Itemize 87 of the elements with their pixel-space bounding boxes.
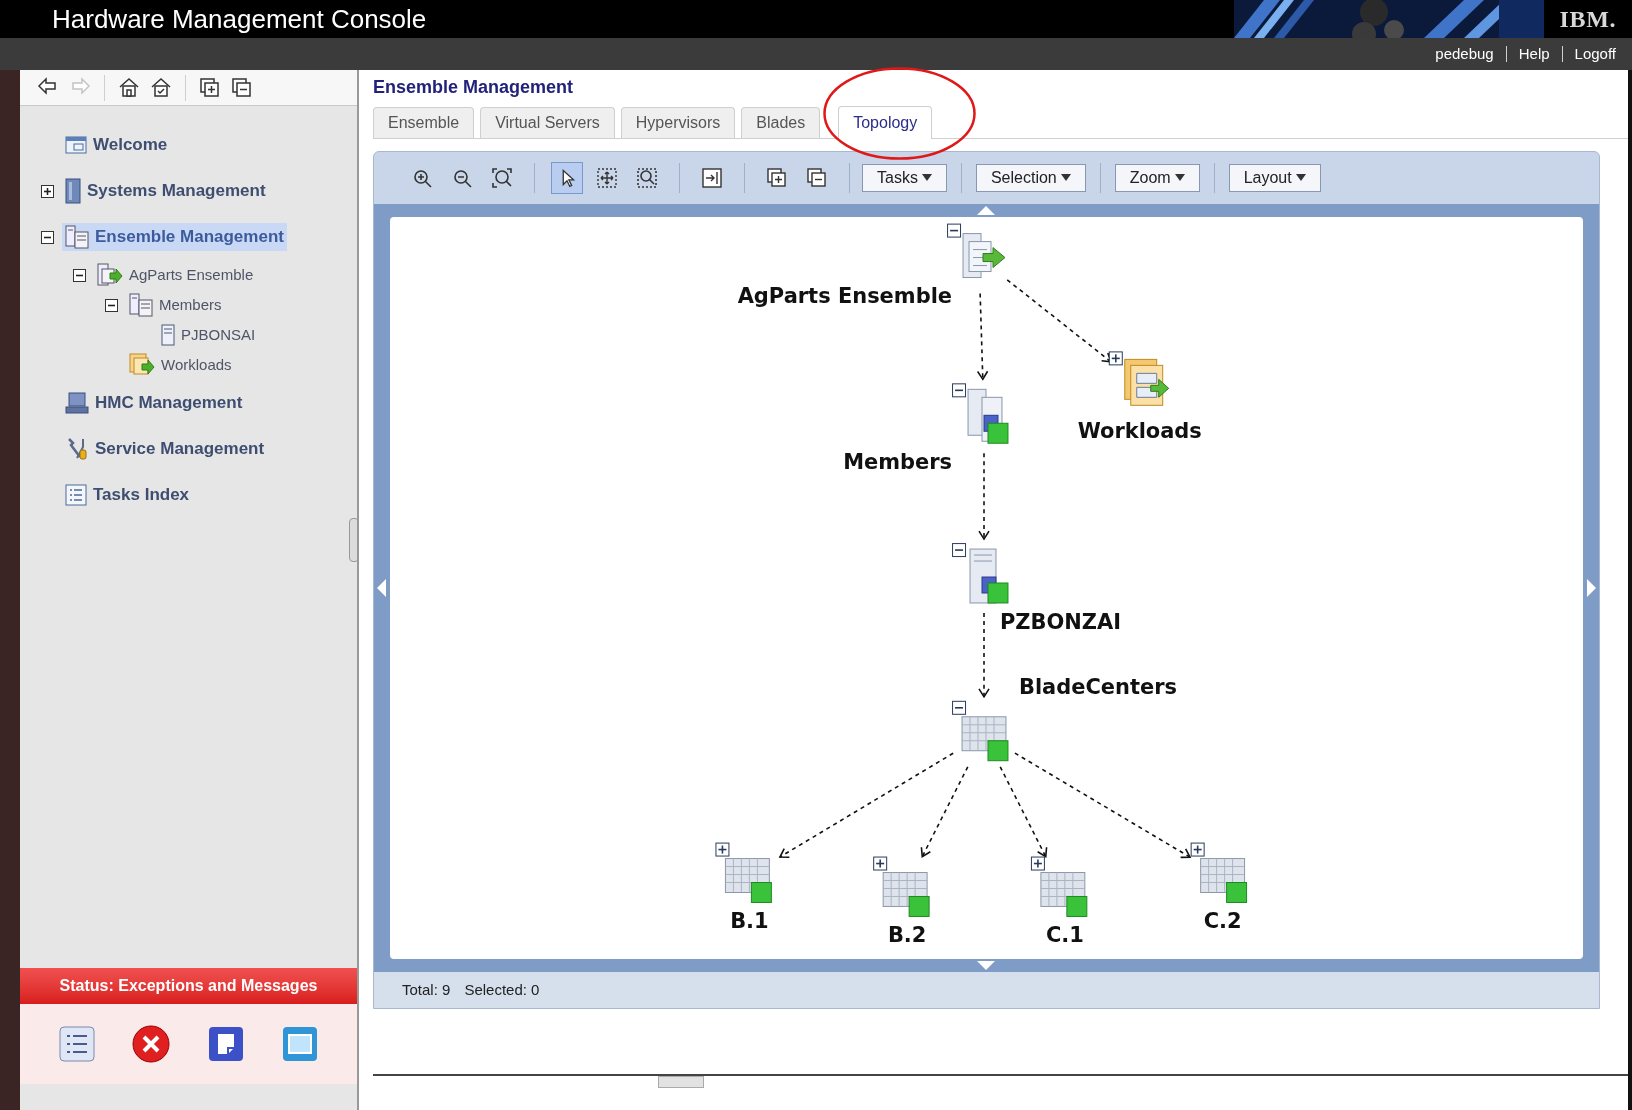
node-label: Workloads [1077, 419, 1202, 444]
node-label: BladeCenters [1018, 674, 1177, 699]
nav-item[interactable]: Tasks Index [62, 481, 193, 509]
node-icon[interactable] [1124, 358, 1170, 406]
selected-count: Selected: 0 [464, 979, 540, 1000]
nav-item[interactable]: Welcome [62, 131, 171, 159]
node-icon[interactable] [1200, 858, 1248, 903]
collapse-toggle-icon[interactable] [72, 268, 86, 282]
expand-toggle-icon[interactable] [40, 184, 54, 198]
expand-toggle-icon[interactable] [1030, 856, 1045, 871]
user-name-link[interactable]: pedebug [1435, 42, 1494, 66]
app-title: Hardware Management Console [52, 6, 427, 32]
node-icon[interactable] [724, 858, 772, 903]
caret-icon [1295, 174, 1306, 182]
node-label: C.1 [1045, 923, 1084, 948]
collapse-toggle-icon[interactable] [947, 223, 962, 238]
node-icon[interactable] [961, 716, 1009, 762]
nav-item[interactable]: Ensemble Management [62, 223, 287, 251]
header-link[interactable]: Help [1518, 42, 1550, 66]
tab[interactable]: Topology [838, 106, 933, 139]
nav-item[interactable]: HMC Management [62, 389, 246, 417]
total-count: Total: 9 [402, 979, 451, 1000]
collapse-toggle-icon[interactable] [104, 298, 118, 312]
expand-toggle-icon[interactable] [1190, 842, 1205, 857]
menu-button[interactable]: Zoom [1114, 164, 1200, 192]
computer-icon [65, 392, 89, 414]
menu-button[interactable]: Selection [975, 164, 1086, 192]
panel-resize-handle[interactable] [657, 1076, 704, 1088]
caret-icon [1060, 174, 1071, 182]
server-rack-icon [129, 293, 153, 317]
scroll-up-icon[interactable] [977, 206, 995, 215]
collapse-toggle-icon[interactable] [952, 543, 967, 558]
node-label: AgParts Ensemble [737, 284, 953, 309]
brand-logo: IBM. [1558, 5, 1617, 34]
exceptions-button[interactable] [131, 1024, 172, 1064]
node-label: Members [843, 450, 953, 475]
page-title: Ensemble Management [373, 76, 575, 99]
task-list-icon [65, 484, 87, 506]
home-check-icon[interactable] [149, 75, 173, 100]
menu-button[interactable]: Tasks [862, 164, 947, 192]
pointer-icon[interactable] [551, 162, 583, 194]
workload-icon [129, 353, 155, 377]
node-label: B.2 [887, 923, 927, 948]
tools-icon [65, 437, 89, 461]
nav-item[interactable]: Workloads [126, 352, 235, 378]
scroll-down-icon[interactable] [977, 961, 995, 970]
expand-toggle-icon[interactable] [715, 842, 730, 857]
nav-item[interactable]: PJBONSAI [158, 322, 259, 348]
caret-icon [1174, 174, 1185, 182]
node-label: C.2 [1203, 909, 1242, 934]
menu-button[interactable]: Layout [1228, 164, 1321, 192]
node-icon[interactable] [962, 233, 1006, 278]
nav-item[interactable]: Members [126, 292, 225, 318]
expand-toggle-icon[interactable] [1108, 351, 1123, 366]
tab[interactable]: Virtual Servers [480, 107, 615, 138]
nav-item[interactable]: AgParts Ensemble [94, 262, 257, 288]
window-icon [65, 136, 87, 154]
nav-item[interactable]: Service Management [62, 435, 268, 463]
scroll-right-icon[interactable] [1587, 579, 1596, 597]
scroll-left-icon[interactable] [377, 579, 386, 597]
header-link[interactable]: Logoff [1574, 42, 1616, 66]
ensemble-icon [97, 263, 123, 287]
tab[interactable]: Hypervisors [620, 107, 736, 138]
collapse-toggle-icon[interactable] [952, 700, 967, 715]
node-label: PZBONZAI [1000, 609, 1122, 634]
status-bar-title: Status: Exceptions and Messages [20, 968, 357, 1004]
server-rack-icon [65, 225, 89, 249]
server-icon [161, 324, 175, 346]
collapse-all-icon[interactable] [230, 75, 254, 100]
node-icon[interactable] [1040, 872, 1088, 917]
nav-item[interactable]: Systems Management [62, 177, 269, 205]
node-icon[interactable] [882, 872, 930, 917]
tab[interactable]: Blades [741, 107, 821, 138]
tab[interactable]: Ensemble [373, 107, 475, 138]
node-label: B.1 [730, 909, 769, 934]
server-tower-icon [65, 178, 81, 204]
messages-button[interactable] [57, 1024, 98, 1064]
caret-icon [921, 174, 932, 182]
node-icon[interactable] [969, 548, 1009, 604]
list-icon [57, 1024, 98, 1064]
home-icon[interactable] [117, 75, 141, 100]
collapse-toggle-icon[interactable] [952, 383, 967, 398]
expand-all-icon[interactable] [198, 75, 222, 100]
expand-toggle-icon[interactable] [873, 856, 888, 871]
error-icon [131, 1024, 172, 1064]
collapse-toggle-icon[interactable] [40, 230, 54, 244]
node-icon[interactable] [967, 388, 1009, 444]
